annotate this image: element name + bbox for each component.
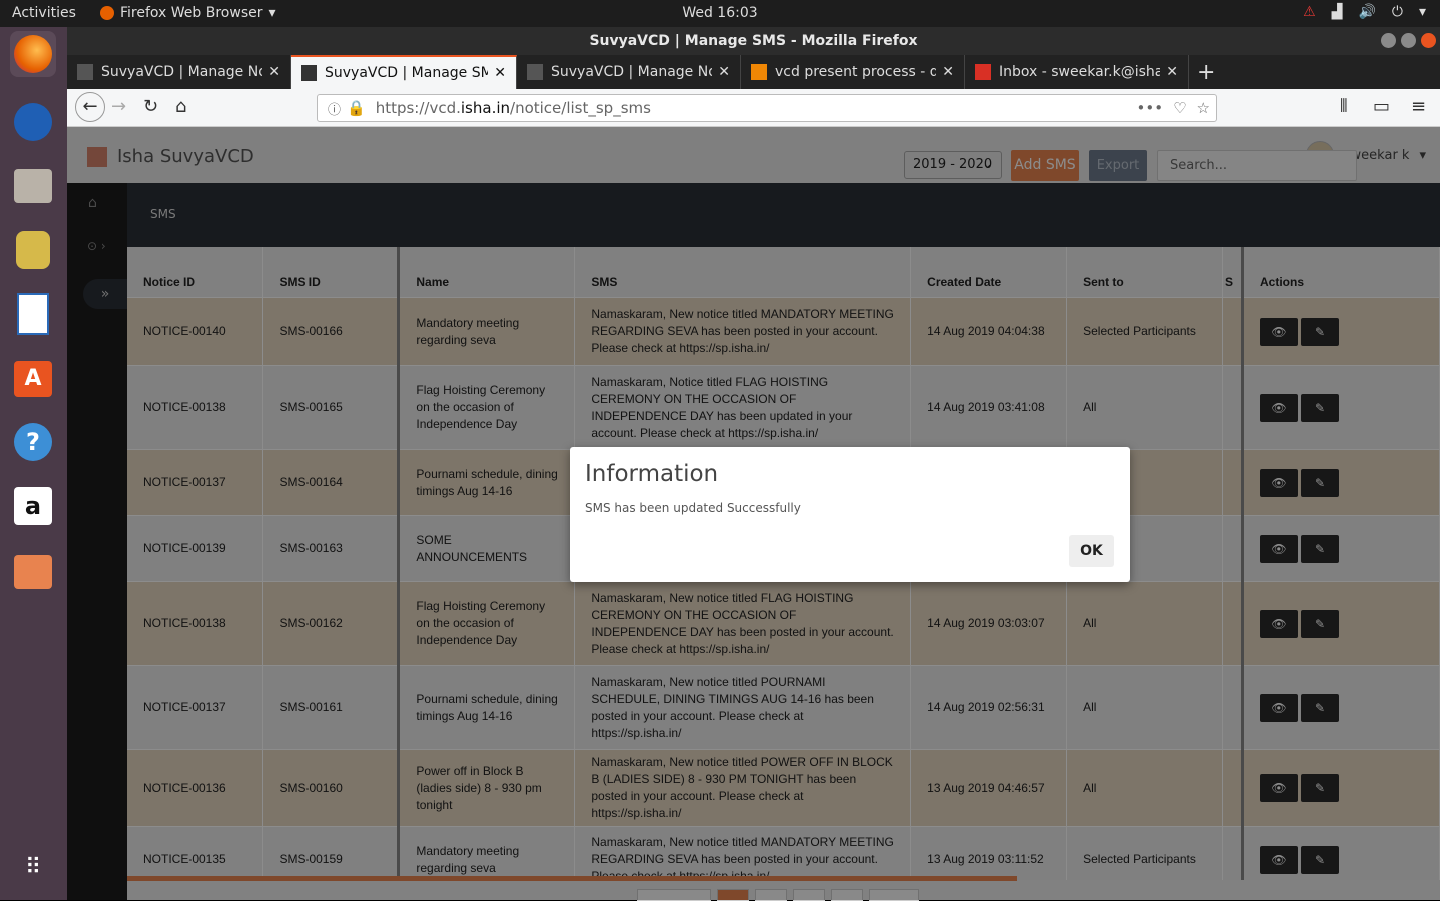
system-tray[interactable]: ⚠ ▟ 🔊 ⏻ ▾	[1303, 4, 1426, 20]
tab-bar: SuvyaVCD | Manage Noti ✕ SuvyaVCD | Mana…	[67, 55, 1440, 89]
warning-icon[interactable]: ⚠	[1303, 4, 1316, 20]
window-title: SuvyaVCD | Manage SMS - Mozilla Firefox	[589, 33, 918, 49]
site-favicon-icon	[77, 64, 93, 80]
site-favicon-icon	[527, 64, 543, 80]
software-center-icon[interactable]: A	[10, 355, 56, 401]
help-icon[interactable]: ?	[10, 419, 56, 465]
reload-button[interactable]: ↻	[143, 96, 158, 117]
lock-icon: 🔒	[347, 99, 366, 117]
gmail-icon	[975, 64, 991, 80]
close-tab-icon[interactable]: ✕	[942, 64, 954, 80]
tab-label: vcd present process - dra	[775, 64, 937, 80]
amazon-icon[interactable]: a	[10, 483, 56, 529]
site-favicon-icon	[301, 65, 317, 81]
new-tab-button[interactable]: +	[1197, 60, 1215, 85]
menu-icon[interactable]: ≡	[1411, 96, 1426, 117]
tab-gmail-inbox[interactable]: Inbox - sweekar.k@ishaf ✕	[965, 55, 1189, 89]
firefox-dock-icon[interactable]	[10, 31, 56, 77]
library-icon[interactable]: ⫴	[1340, 96, 1348, 117]
back-button[interactable]: ←	[75, 92, 105, 122]
close-tab-icon[interactable]: ✕	[1166, 64, 1178, 80]
chevron-down-icon: ▾	[268, 5, 276, 21]
tab-manage-notice-1[interactable]: SuvyaVCD | Manage Noti ✕	[67, 55, 291, 89]
maximize-button[interactable]	[1401, 33, 1416, 48]
ubuntu-dock: A ? a ⠿	[0, 27, 67, 900]
minimize-button[interactable]	[1381, 33, 1396, 48]
app-menu[interactable]: Firefox Web Browser ▾	[100, 5, 276, 21]
close-window-button[interactable]	[1421, 33, 1436, 48]
files-icon[interactable]	[10, 163, 56, 209]
rhythmbox-icon[interactable]	[10, 227, 56, 273]
archive-icon[interactable]	[10, 549, 56, 595]
information-dialog: Information SMS has been updated Success…	[570, 447, 1130, 582]
dialog-message: SMS has been updated Successfully	[585, 501, 801, 515]
tab-manage-notice-2[interactable]: SuvyaVCD | Manage Noti ✕	[517, 55, 741, 89]
tab-label: Inbox - sweekar.k@ishaf	[999, 64, 1161, 80]
network-icon: ▟	[1331, 4, 1343, 20]
power-icon: ⏻	[1391, 4, 1403, 20]
tab-label: SuvyaVCD | Manage Noti	[551, 64, 713, 80]
chevron-down-icon: ▾	[1418, 4, 1426, 20]
pocket-icon[interactable]: ♡	[1173, 99, 1186, 117]
dialog-title: Information	[585, 461, 719, 487]
gnome-top-bar: Activities Firefox Web Browser ▾ Wed 16:…	[0, 0, 1440, 27]
page-actions-icon[interactable]: •••	[1137, 99, 1164, 117]
sidebar-toggle-icon[interactable]: ▭	[1373, 96, 1390, 117]
tab-label: SuvyaVCD | Manage SMS	[325, 65, 489, 81]
bookmark-star-icon[interactable]: ☆	[1197, 99, 1210, 117]
url-text: https://vcd.isha.in/notice/list_sp_sms	[375, 99, 651, 117]
dialog-ok-button[interactable]: OK	[1069, 535, 1114, 567]
volume-icon: 🔊	[1358, 4, 1376, 20]
tab-drawio[interactable]: vcd present process - dra ✕	[741, 55, 965, 89]
show-apps-icon[interactable]: ⠿	[10, 845, 56, 891]
close-tab-icon[interactable]: ✕	[718, 64, 730, 80]
close-tab-icon[interactable]: ✕	[494, 65, 506, 81]
writer-icon[interactable]	[10, 291, 56, 337]
firefox-icon	[100, 6, 114, 20]
navigation-toolbar: ← → ↻ ⌂ ⓘ 🔒 https://vcd.isha.in/notice/l…	[67, 89, 1440, 127]
drawio-icon	[751, 64, 767, 80]
tab-label: SuvyaVCD | Manage Noti	[101, 64, 263, 80]
activities-button[interactable]: Activities	[12, 5, 76, 21]
info-icon[interactable]: ⓘ	[328, 99, 341, 118]
tab-manage-sms[interactable]: SuvyaVCD | Manage SMS ✕	[291, 55, 517, 89]
window-titlebar: SuvyaVCD | Manage SMS - Mozilla Firefox	[67, 27, 1440, 55]
home-button[interactable]: ⌂	[175, 96, 186, 117]
close-tab-icon[interactable]: ✕	[268, 64, 280, 80]
url-bar[interactable]: ⓘ 🔒 https://vcd.isha.in/notice/list_sp_s…	[317, 94, 1217, 122]
thunderbird-icon[interactable]	[10, 99, 56, 145]
clock[interactable]: Wed 16:03	[682, 5, 757, 21]
forward-button[interactable]: →	[111, 96, 126, 117]
app-menu-label: Firefox Web Browser	[120, 5, 263, 21]
